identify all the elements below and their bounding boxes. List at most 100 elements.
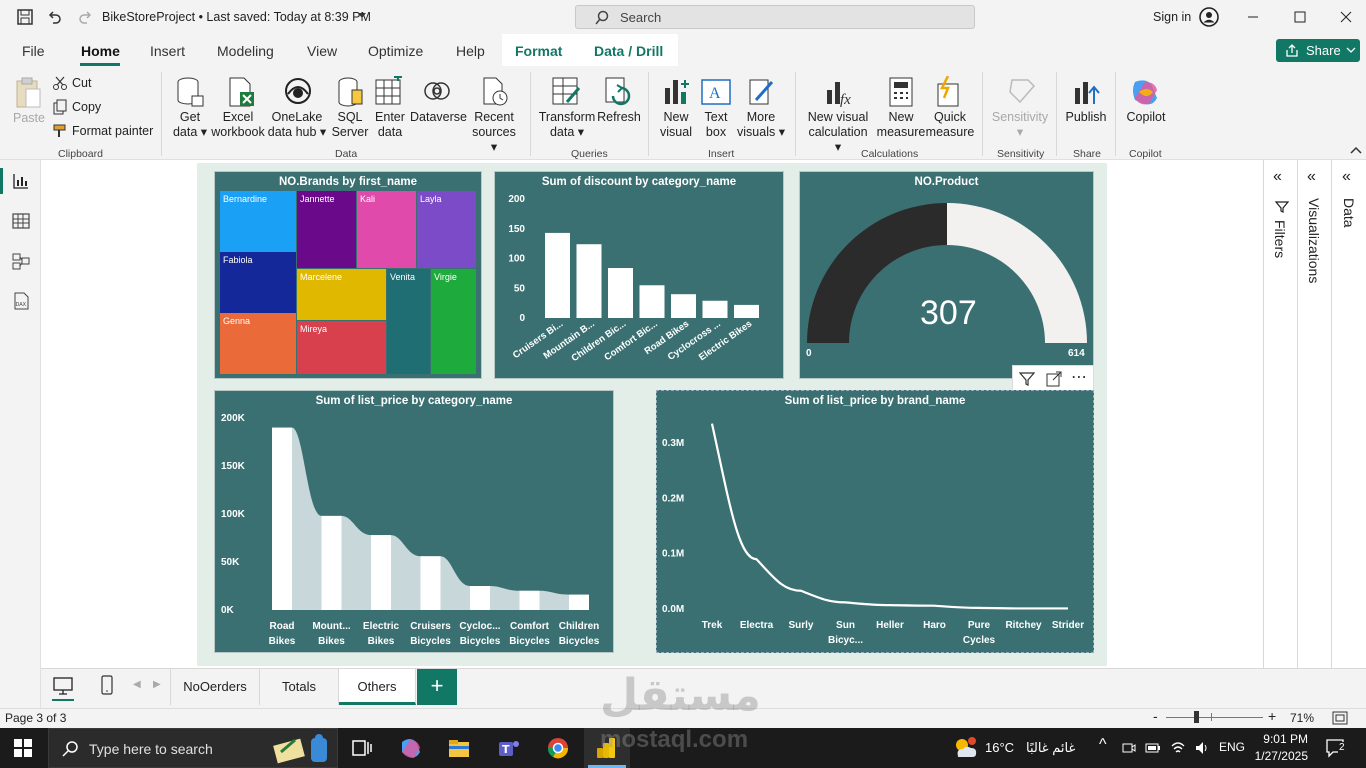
chevron-down-icon[interactable] — [357, 12, 367, 20]
database-icon[interactable] — [175, 76, 205, 108]
menu-optimize[interactable]: Optimize — [368, 43, 423, 59]
clock-time[interactable]: 9:01 PM — [1258, 732, 1308, 746]
close-icon[interactable] — [1340, 11, 1352, 23]
zoom-slider-thumb[interactable] — [1194, 711, 1199, 723]
teams-icon[interactable]: T — [497, 736, 521, 760]
menu-format[interactable]: Format — [515, 43, 562, 59]
treemap-tile[interactable]: Venita — [387, 269, 430, 374]
recent-sources-icon[interactable] — [480, 76, 510, 108]
transform-data-icon[interactable] — [551, 76, 583, 108]
onelake-button[interactable]: OneLake data hub ▾ — [266, 110, 328, 140]
treemap-tile[interactable]: Marcelene — [297, 269, 386, 320]
copilot-icon[interactable] — [1129, 78, 1161, 106]
collapse-ribbon-icon[interactable] — [1350, 145, 1362, 155]
more-visuals-icon[interactable] — [746, 76, 776, 108]
new-visual-button[interactable]: New visual — [656, 110, 696, 140]
quick-measure-icon[interactable] — [934, 76, 964, 108]
area-chart-visual[interactable]: Sum of list_price by category_name 200K 1… — [214, 390, 614, 653]
fit-to-page-icon[interactable] — [1332, 711, 1348, 725]
cut-icon[interactable] — [52, 75, 68, 91]
sql-server-icon[interactable] — [336, 76, 366, 108]
excel-icon[interactable] — [226, 76, 256, 108]
mobile-layout-icon[interactable] — [101, 675, 113, 695]
filter-icon[interactable] — [1019, 371, 1035, 387]
focus-mode-icon[interactable] — [1046, 371, 1062, 387]
redo-icon[interactable] — [77, 9, 93, 25]
show-hidden-icons[interactable]: ^ — [1099, 736, 1107, 754]
minimize-icon[interactable] — [1247, 12, 1259, 22]
zoom-in-button[interactable]: + — [1268, 708, 1276, 724]
publish-icon[interactable] — [1072, 76, 1102, 108]
more-visuals-button[interactable]: More visuals ▾ — [736, 110, 786, 140]
new-measure-button[interactable]: New measure — [876, 110, 926, 140]
new-visual-icon[interactable] — [661, 76, 691, 108]
menu-modeling[interactable]: Modeling — [217, 43, 274, 59]
clock-date[interactable]: 1/27/2025 — [1251, 749, 1308, 763]
dax-query-icon[interactable]: DAX — [12, 292, 30, 310]
menu-insert[interactable]: Insert — [150, 43, 185, 59]
text-box-button[interactable]: Text box — [698, 110, 734, 140]
publish-button[interactable]: Publish — [1062, 110, 1110, 125]
share-button[interactable]: Share — [1276, 39, 1360, 62]
windows-start-icon[interactable] — [14, 739, 32, 757]
excel-workbook-button[interactable]: Excel workbook — [210, 110, 266, 140]
report-view-icon[interactable] — [12, 172, 30, 190]
refresh-button[interactable]: Refresh — [596, 110, 642, 125]
add-page-button[interactable]: + — [417, 669, 457, 705]
taskbar-search[interactable]: Type here to search — [48, 728, 338, 768]
treemap-tile[interactable]: Fabiola — [220, 252, 296, 313]
dataverse-icon[interactable] — [423, 78, 453, 104]
line-chart-visual[interactable]: Sum of list_price by brand_name 0.3M 0.2M… — [656, 390, 1094, 653]
chrome-icon[interactable] — [546, 736, 570, 760]
enter-data-icon[interactable] — [374, 76, 404, 106]
menu-home[interactable]: Home — [81, 43, 120, 59]
save-icon[interactable] — [17, 9, 33, 25]
get-data-button[interactable]: Get data ▾ — [170, 110, 210, 140]
dataverse-button[interactable]: Dataverse — [410, 110, 467, 125]
copilot-button[interactable]: Copilot — [1122, 110, 1170, 125]
paste-label[interactable]: Paste — [13, 111, 45, 126]
new-measure-icon[interactable] — [886, 76, 916, 108]
zoom-out-button[interactable]: - — [1153, 708, 1158, 724]
gauge-visual[interactable]: NO.Product 307 0 614 — [799, 171, 1094, 379]
treemap-tile[interactable]: Layla — [417, 191, 476, 268]
expand-visualizations-icon[interactable]: « — [1307, 168, 1316, 186]
sensitivity-icon[interactable] — [1006, 76, 1036, 108]
treemap-tile[interactable]: Bernardine — [220, 191, 296, 252]
format-painter-icon[interactable] — [52, 123, 68, 139]
sensitivity-button[interactable]: Sensitivity ▾ — [990, 110, 1050, 140]
account-icon[interactable] — [1199, 7, 1219, 27]
scroll-right-icon[interactable]: ▶ — [153, 679, 161, 690]
input-language[interactable]: ENG — [1219, 740, 1245, 754]
refresh-icon[interactable] — [603, 76, 635, 108]
tab-nooerders[interactable]: NoOerders — [170, 669, 260, 705]
treemap-tile[interactable]: Virgie — [431, 269, 476, 374]
new-visual-calculation-icon[interactable]: fx — [823, 76, 855, 108]
task-view-icon[interactable] — [350, 736, 374, 760]
copilot-taskbar-icon[interactable] — [398, 736, 422, 760]
undo-icon[interactable] — [47, 9, 63, 25]
search-box[interactable]: Search — [575, 5, 975, 29]
data-pane[interactable]: « Data — [1331, 160, 1366, 668]
expand-filters-icon[interactable]: « — [1273, 168, 1282, 186]
treemap-tile[interactable]: Mireya — [297, 321, 386, 374]
quick-measure-button[interactable]: Quick measure — [924, 110, 976, 140]
battery-icon[interactable] — [1145, 741, 1161, 755]
menu-data-drill[interactable]: Data / Drill — [594, 43, 663, 59]
copy-icon[interactable] — [52, 99, 68, 115]
paste-icon[interactable] — [14, 77, 42, 109]
zoom-slider-track[interactable] — [1166, 717, 1263, 718]
treemap-tile[interactable]: Kali — [357, 191, 416, 268]
sql-server-button[interactable]: SQL Server — [330, 110, 370, 140]
treemap-tile[interactable]: Jannette — [297, 191, 356, 268]
desktop-layout-icon[interactable] — [53, 677, 73, 695]
meet-now-icon[interactable] — [1122, 741, 1136, 755]
model-view-icon[interactable] — [12, 252, 30, 270]
tab-others[interactable]: Others — [339, 669, 416, 705]
treemap-visual[interactable]: NO.Brands by first_name Bernardine Fabiol… — [214, 171, 482, 379]
menu-file[interactable]: File — [22, 43, 45, 59]
onelake-icon[interactable] — [283, 76, 313, 106]
tab-totals[interactable]: Totals — [260, 669, 339, 705]
scroll-left-icon[interactable]: ◀ — [133, 679, 141, 690]
bar-chart-visual[interactable]: Sum of discount by category_name 200 150 1… — [494, 171, 784, 379]
